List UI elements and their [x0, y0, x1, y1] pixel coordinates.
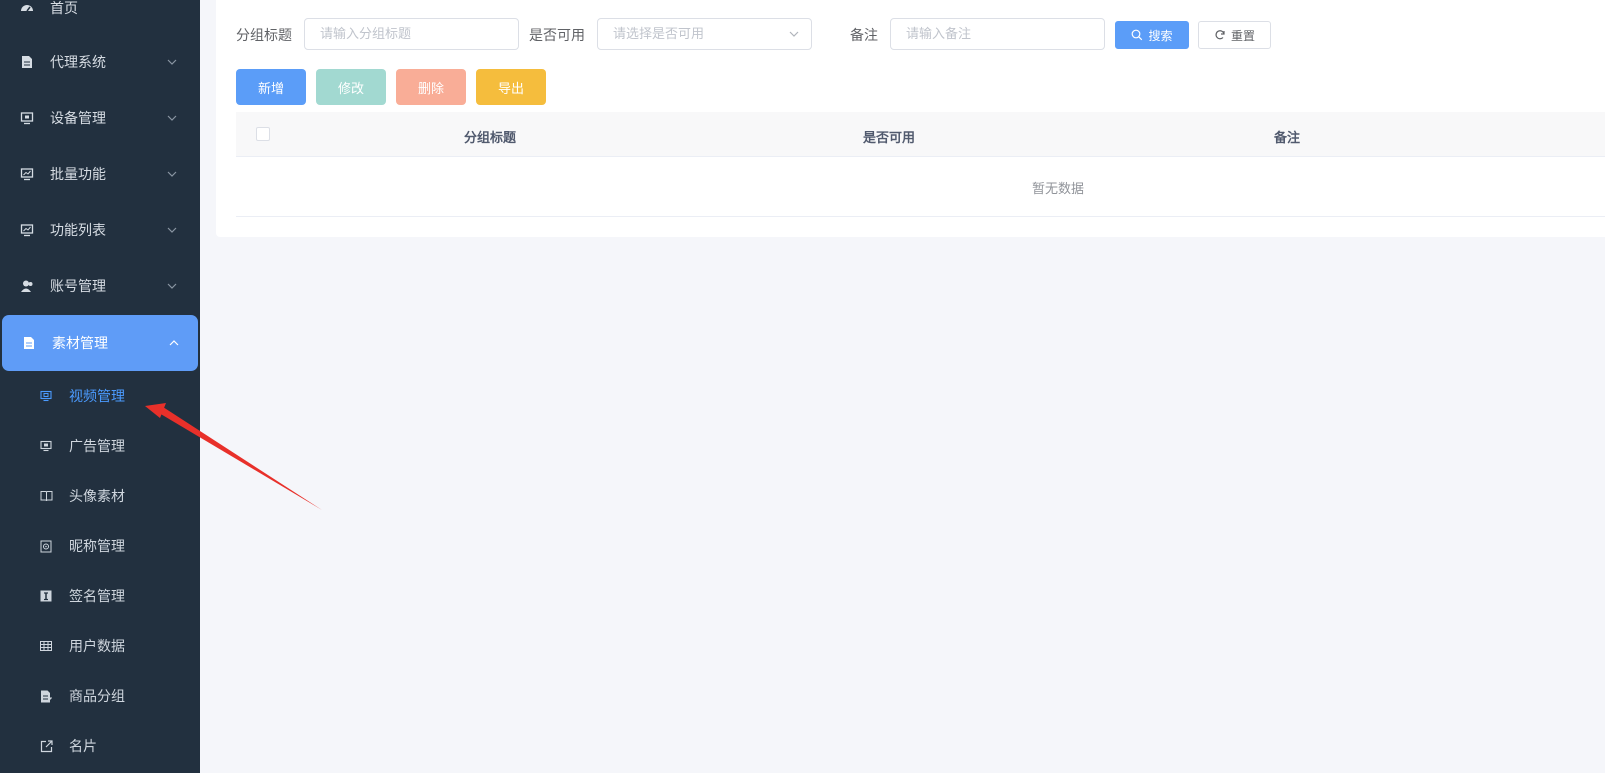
add-button-label: 新增: [257, 81, 284, 97]
column-header-remark: 备注: [1274, 131, 1301, 146]
sidebar-subitem-label: 视频管理: [69, 389, 125, 405]
column-header-group-title: 分组标题: [464, 131, 517, 146]
sidebar-subitem-label: 签名管理: [69, 589, 125, 605]
select-all-checkbox[interactable]: [256, 127, 270, 141]
edit-button-label: 修改: [337, 81, 364, 97]
edit-button[interactable]: 修改: [316, 69, 386, 105]
group-title-input[interactable]: [304, 18, 519, 50]
sidebar-item-label: 批量功能: [50, 167, 106, 183]
available-select-input[interactable]: [597, 18, 812, 50]
sidebar-item-home[interactable]: 首页: [0, 0, 200, 36]
chevron-down-icon: [167, 59, 177, 65]
monitor-icon: [19, 110, 35, 126]
chevron-down-icon: [167, 171, 177, 177]
document-icon: [21, 335, 37, 351]
sidebar-subitem-label: 名片: [69, 739, 97, 755]
book-icon: [39, 489, 53, 503]
chevron-down-icon: [167, 227, 177, 233]
safe-icon: [39, 539, 53, 553]
sidebar-subitem-business-card[interactable]: 名片: [0, 721, 200, 771]
sidebar-item-material-management[interactable]: 素材管理: [2, 315, 198, 371]
sidebar-item-batch-functions[interactable]: 批量功能: [0, 146, 200, 202]
user-icon: [19, 278, 35, 294]
chevron-up-icon: [169, 340, 179, 346]
sidebar-subitem-ad-management[interactable]: 广告管理: [0, 421, 200, 471]
sidebar-subitem-label: 头像素材: [69, 489, 125, 505]
delete-button[interactable]: 删除: [396, 69, 466, 105]
sidebar-subitem-product-group[interactable]: 商品分组: [0, 671, 200, 721]
monitor-chart-icon: [19, 166, 35, 182]
sidebar-subitem-label: 广告管理: [69, 439, 125, 455]
export-button-label: 导出: [497, 81, 524, 97]
sidebar-item-label: 账号管理: [50, 279, 106, 295]
available-label: 是否可用: [529, 28, 585, 44]
group-title-label: 分组标题: [236, 28, 292, 44]
document-edit-icon: [39, 689, 53, 703]
document-icon: [19, 54, 35, 70]
sidebar: 首页 代理系统 设备管理 批量功能 功能列表 账号管理 素材管理 视频管理 广告…: [0, 0, 200, 773]
chevron-down-icon: [789, 31, 799, 37]
reset-button[interactable]: 重置: [1198, 21, 1271, 49]
monitor-icon: [39, 389, 53, 403]
sidebar-item-label: 代理系统: [50, 55, 106, 71]
sidebar-subitem-label: 用户数据: [69, 639, 125, 655]
dashboard-icon: [19, 0, 35, 16]
sidebar-subitem-user-data[interactable]: 用户数据: [0, 621, 200, 671]
refresh-icon: [1215, 30, 1225, 40]
sidebar-subitem-avatar-material[interactable]: 头像素材: [0, 471, 200, 521]
sidebar-subitem-signature-management[interactable]: 签名管理: [0, 571, 200, 621]
export-button[interactable]: 导出: [476, 69, 546, 105]
remark-label: 备注: [850, 28, 878, 44]
sidebar-subitem-nickname-management[interactable]: 昵称管理: [0, 521, 200, 571]
sidebar-item-agent-system[interactable]: 代理系统: [0, 34, 200, 90]
reset-button-label: 重置: [1230, 28, 1255, 43]
monitor-icon: [39, 439, 53, 453]
sidebar-item-label: 首页: [50, 1, 78, 17]
sidebar-item-label: 设备管理: [50, 111, 106, 127]
search-button-label: 搜索: [1148, 28, 1173, 43]
sidebar-item-label: 素材管理: [52, 336, 108, 352]
monitor-chart-icon: [19, 222, 35, 238]
external-link-icon: [39, 739, 53, 753]
column-header-available: 是否可用: [863, 131, 916, 146]
sidebar-subitem-video-management[interactable]: 视频管理: [0, 371, 200, 421]
table-header: 分组标题 是否可用 备注: [236, 112, 1605, 157]
table-empty-row: 暂无数据: [236, 157, 1605, 217]
chevron-down-icon: [167, 283, 177, 289]
delete-button-label: 删除: [417, 81, 444, 97]
chevron-down-icon: [167, 115, 177, 121]
sidebar-item-account-management[interactable]: 账号管理: [0, 258, 200, 314]
available-select[interactable]: [597, 18, 812, 50]
empty-text: 暂无数据: [1032, 182, 1085, 197]
text-box-icon: [39, 589, 53, 603]
add-button[interactable]: 新增: [236, 69, 306, 105]
sidebar-subitem-label: 商品分组: [69, 689, 125, 705]
table-icon: [39, 639, 53, 653]
sidebar-item-device-management[interactable]: 设备管理: [0, 90, 200, 146]
sidebar-item-label: 功能列表: [50, 223, 106, 239]
remark-input[interactable]: [890, 18, 1105, 50]
search-icon: [1132, 29, 1143, 41]
sidebar-subitem-label: 昵称管理: [69, 539, 125, 555]
sidebar-item-function-list[interactable]: 功能列表: [0, 202, 200, 258]
search-button[interactable]: 搜索: [1115, 21, 1189, 49]
